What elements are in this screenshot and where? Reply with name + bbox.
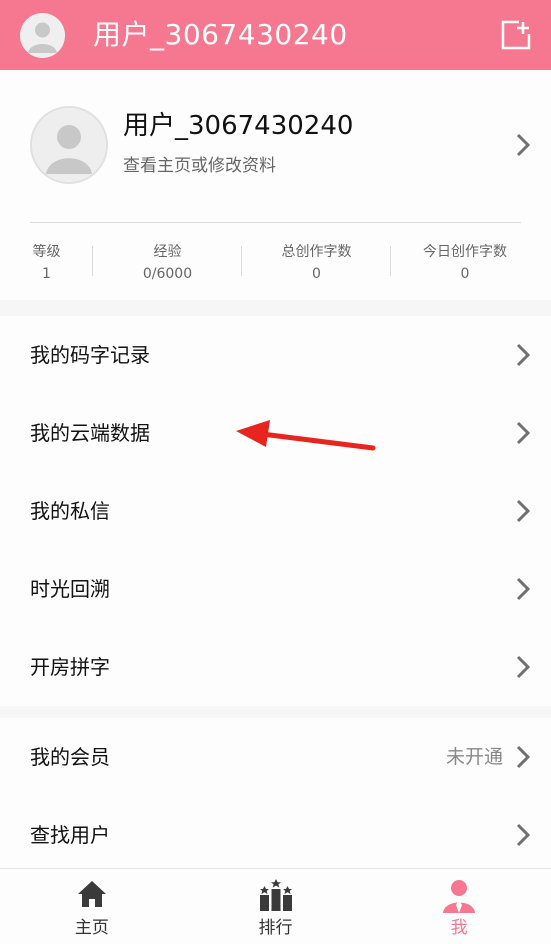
menu-item-label: 开房拼字 <box>30 655 110 679</box>
chevron-right-icon <box>515 576 531 606</box>
menu-item-cloud-data[interactable]: 我的云端数据 <box>0 394 551 472</box>
compose-icon[interactable] <box>499 18 533 52</box>
divider <box>30 222 521 223</box>
chevron-right-icon <box>515 744 531 774</box>
stat-label: 经验 <box>153 244 182 260</box>
chevron-right-icon <box>515 132 531 162</box>
tab-me[interactable]: 我 <box>367 869 551 944</box>
tab-label: 我 <box>450 918 468 938</box>
stat-label: 总创作字数 <box>281 244 352 260</box>
menu-item-find-user[interactable]: 查找用户 <box>0 796 551 868</box>
menu-group-1: 我的码字记录 我的云端数据 我的私信 时光回溯 开房拼字 <box>0 316 551 706</box>
top-bar: 用户_3067430240 <box>0 0 551 70</box>
stat-label: 今日创作字数 <box>423 244 507 260</box>
menu-item-typing-record[interactable]: 我的码字记录 <box>0 316 551 394</box>
tab-ranking[interactable]: 排行 <box>184 869 368 944</box>
menu-item-label: 时光回溯 <box>30 577 110 601</box>
chevron-right-icon <box>515 342 531 372</box>
stat-value: 0 <box>312 266 321 282</box>
chevron-right-icon <box>515 654 531 684</box>
avatar[interactable] <box>30 106 108 184</box>
home-icon <box>76 879 108 913</box>
menu-item-room-typing[interactable]: 开房拼字 <box>0 628 551 706</box>
menu-group-2: 我的会员 未开通 查找用户 <box>0 718 551 868</box>
profile-name: 用户_3067430240 <box>123 111 354 141</box>
menu-item-label: 我的云端数据 <box>30 421 150 445</box>
stat-value: 0 <box>460 266 470 282</box>
stats-row: 等级 1 经验 0/6000 总创作字数 0 今日创作字数 0 <box>0 242 551 286</box>
menu-item-messages[interactable]: 我的私信 <box>0 472 551 550</box>
stat-level: 等级 1 <box>0 242 93 286</box>
chevron-right-icon <box>515 498 531 528</box>
app-root: 用户_3067430240 用户_3067430240 查看主页或修改资料 等级 <box>0 0 551 944</box>
user-icon <box>442 879 476 917</box>
stat-today-words: 今日创作字数 0 <box>391 242 539 286</box>
stat-label: 等级 <box>32 244 61 260</box>
tab-home[interactable]: 主页 <box>0 869 184 944</box>
stat-value: 0/6000 <box>142 266 193 282</box>
bottom-nav: 主页 排行 我 <box>0 868 551 944</box>
menu-item-membership[interactable]: 我的会员 未开通 <box>0 718 551 796</box>
membership-status: 未开通 <box>445 746 503 768</box>
default-avatar-icon[interactable] <box>20 13 65 58</box>
tab-label: 主页 <box>74 918 109 938</box>
menu-item-label: 我的码字记录 <box>30 343 150 367</box>
menu-item-label: 我的会员 <box>30 745 110 769</box>
stat-experience: 经验 0/6000 <box>93 242 242 286</box>
stat-total-words: 总创作字数 0 <box>242 242 391 286</box>
header-title: 用户_3067430240 <box>93 18 348 51</box>
menu-item-time-rewind[interactable]: 时光回溯 <box>0 550 551 628</box>
tab-label: 排行 <box>258 918 293 938</box>
profile-card[interactable]: 用户_3067430240 查看主页或修改资料 等级 1 经验 0/6000 总… <box>0 70 551 300</box>
profile-subtitle: 查看主页或修改资料 <box>123 156 276 176</box>
ranking-icon <box>258 879 294 915</box>
menu-item-label: 我的私信 <box>30 499 110 523</box>
stat-value: 1 <box>42 266 51 282</box>
chevron-right-icon <box>515 420 531 450</box>
menu-item-label: 查找用户 <box>30 823 110 847</box>
chevron-right-icon <box>515 822 531 852</box>
